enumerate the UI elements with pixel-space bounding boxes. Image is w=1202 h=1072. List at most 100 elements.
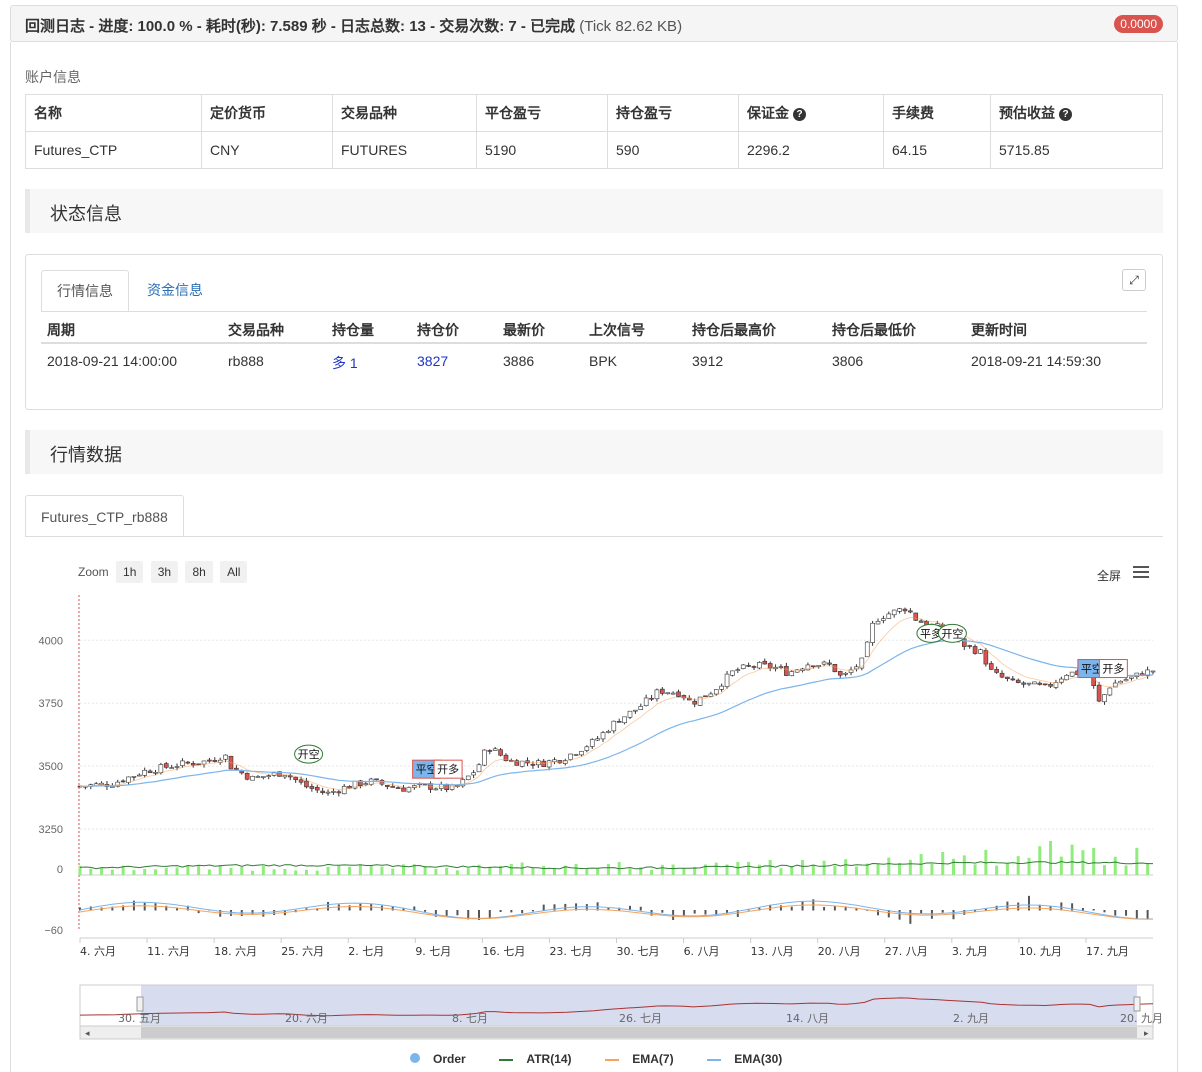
candle-body	[972, 646, 978, 654]
indicator-bar	[510, 910, 513, 913]
candle-body	[147, 770, 153, 774]
volume-bar	[1070, 844, 1074, 875]
candle-body	[821, 661, 827, 665]
candle-body	[185, 761, 191, 764]
candle-body	[886, 613, 892, 619]
help-icon[interactable]: ?	[1059, 108, 1072, 121]
candle-body	[719, 685, 724, 690]
cell-low-after: 3806	[832, 353, 864, 369]
candle-body	[897, 608, 902, 612]
candle-body	[374, 778, 379, 781]
candle-body	[546, 760, 552, 768]
x-tick-label: 11. 六月	[147, 945, 190, 958]
candle-body	[519, 760, 525, 767]
volume-bar	[261, 866, 265, 875]
candle-body	[1010, 678, 1016, 681]
navigator-label: 8. 七月	[452, 1012, 488, 1025]
zoom-3h-button[interactable]: 3h	[150, 561, 179, 583]
candle-body	[843, 672, 848, 675]
volume-bar	[391, 868, 395, 875]
candle-body	[1129, 676, 1134, 679]
candle-body	[616, 721, 622, 723]
x-axis: 4. 六月 11. 六月 18. 六月 25. 六月 2. 七月 9. 七月 16. 七月 2…	[79, 937, 1153, 958]
candle-body	[1048, 683, 1053, 687]
candle-body	[250, 775, 255, 781]
candle-body	[120, 780, 126, 783]
candle-body	[1069, 671, 1075, 677]
tab-chart-symbol[interactable]: Futures_CTP_rb888	[25, 495, 184, 537]
indicator-bar	[1103, 910, 1106, 913]
backtest-title: 回测日志 - 进度: 100.0 % - 耗时(秒): 7.589 秒 - 日志…	[25, 18, 683, 35]
volume-bar	[337, 865, 341, 875]
indicator-bar	[1135, 910, 1138, 920]
candle-body	[1102, 694, 1107, 703]
help-icon[interactable]: ?	[793, 108, 806, 121]
volume-bar	[596, 868, 600, 875]
zoom-8h-button[interactable]: 8h	[185, 561, 213, 583]
candle-body	[568, 753, 573, 760]
x-tick-label: 25. 六月	[281, 945, 324, 958]
cell-fee: 64.15	[883, 131, 991, 169]
candle-body	[983, 649, 989, 665]
legend-order-icon	[409, 1053, 420, 1063]
candle-body	[1053, 682, 1059, 688]
indicator-bar	[693, 910, 696, 914]
volume-bar	[898, 862, 902, 875]
candle-body	[811, 665, 816, 668]
candle-body	[665, 692, 671, 695]
candle-body	[837, 671, 843, 676]
candle-body	[492, 748, 498, 751]
volume-bar	[542, 865, 546, 875]
candle-body	[99, 782, 104, 785]
expand-icon[interactable]: ⤢	[1122, 269, 1146, 291]
header-name: 名称	[25, 94, 202, 132]
fullscreen-button[interactable]: 全屏	[1097, 567, 1121, 584]
candle-body	[573, 754, 579, 756]
tab-market-info[interactable]: 行情信息	[41, 270, 129, 312]
header-currency: 定价货币	[201, 94, 333, 132]
menu-icon[interactable]	[1133, 566, 1149, 580]
indicator-bar	[1125, 910, 1128, 916]
candle-body	[600, 732, 606, 740]
candle-body	[827, 662, 832, 665]
candle-body	[902, 608, 908, 612]
volume-bar	[628, 868, 632, 875]
candle-body	[638, 706, 644, 710]
zoom-all-button[interactable]: All	[220, 561, 248, 583]
candle-body	[385, 785, 390, 787]
candle-body	[606, 731, 611, 733]
cell-margin: 2296.2	[738, 131, 884, 169]
candle-body	[913, 612, 919, 621]
cell-position-price: 3827	[417, 353, 449, 369]
zoom-label: Zoom	[78, 565, 109, 579]
candle-body	[304, 780, 309, 788]
navigator-label: 30. 五月	[118, 1012, 161, 1025]
y-tick-label: −60	[44, 925, 63, 937]
volume-bar	[854, 866, 858, 875]
price-chart[interactable]: 3250 3500 3750 4000 0 −60 开空平空 开多平多 开空平空 开多 4. 六…	[25, 590, 1165, 1050]
candle-body	[1123, 679, 1129, 682]
y-tick-label: 3500	[39, 761, 63, 773]
volume-bar	[650, 870, 654, 875]
volume-bar	[455, 870, 459, 875]
navigator-left-handle	[136, 996, 144, 1012]
indicator-bar	[154, 903, 157, 911]
tab-fund-info[interactable]: 资金信息	[132, 270, 218, 312]
indicator-bar	[661, 910, 664, 913]
order-label: 开空	[298, 747, 320, 761]
status-section-header: 状态信息	[25, 189, 1163, 233]
x-tick-label: 30. 七月	[617, 945, 660, 958]
x-tick-label: 10. 九月	[1019, 945, 1062, 958]
candle-body	[627, 710, 633, 718]
candle-body	[999, 672, 1005, 678]
indicator-bar	[456, 910, 459, 916]
volume-bar	[671, 864, 675, 875]
volume-bar	[1027, 857, 1031, 875]
candle-body	[390, 786, 396, 788]
volume-bars	[78, 840, 1153, 876]
volume-bar	[606, 863, 610, 875]
candle-body	[153, 772, 158, 774]
zoom-1h-button[interactable]: 1h	[116, 561, 144, 583]
indicator-bar	[1081, 907, 1084, 911]
legend-ema7-icon	[604, 1059, 619, 1061]
